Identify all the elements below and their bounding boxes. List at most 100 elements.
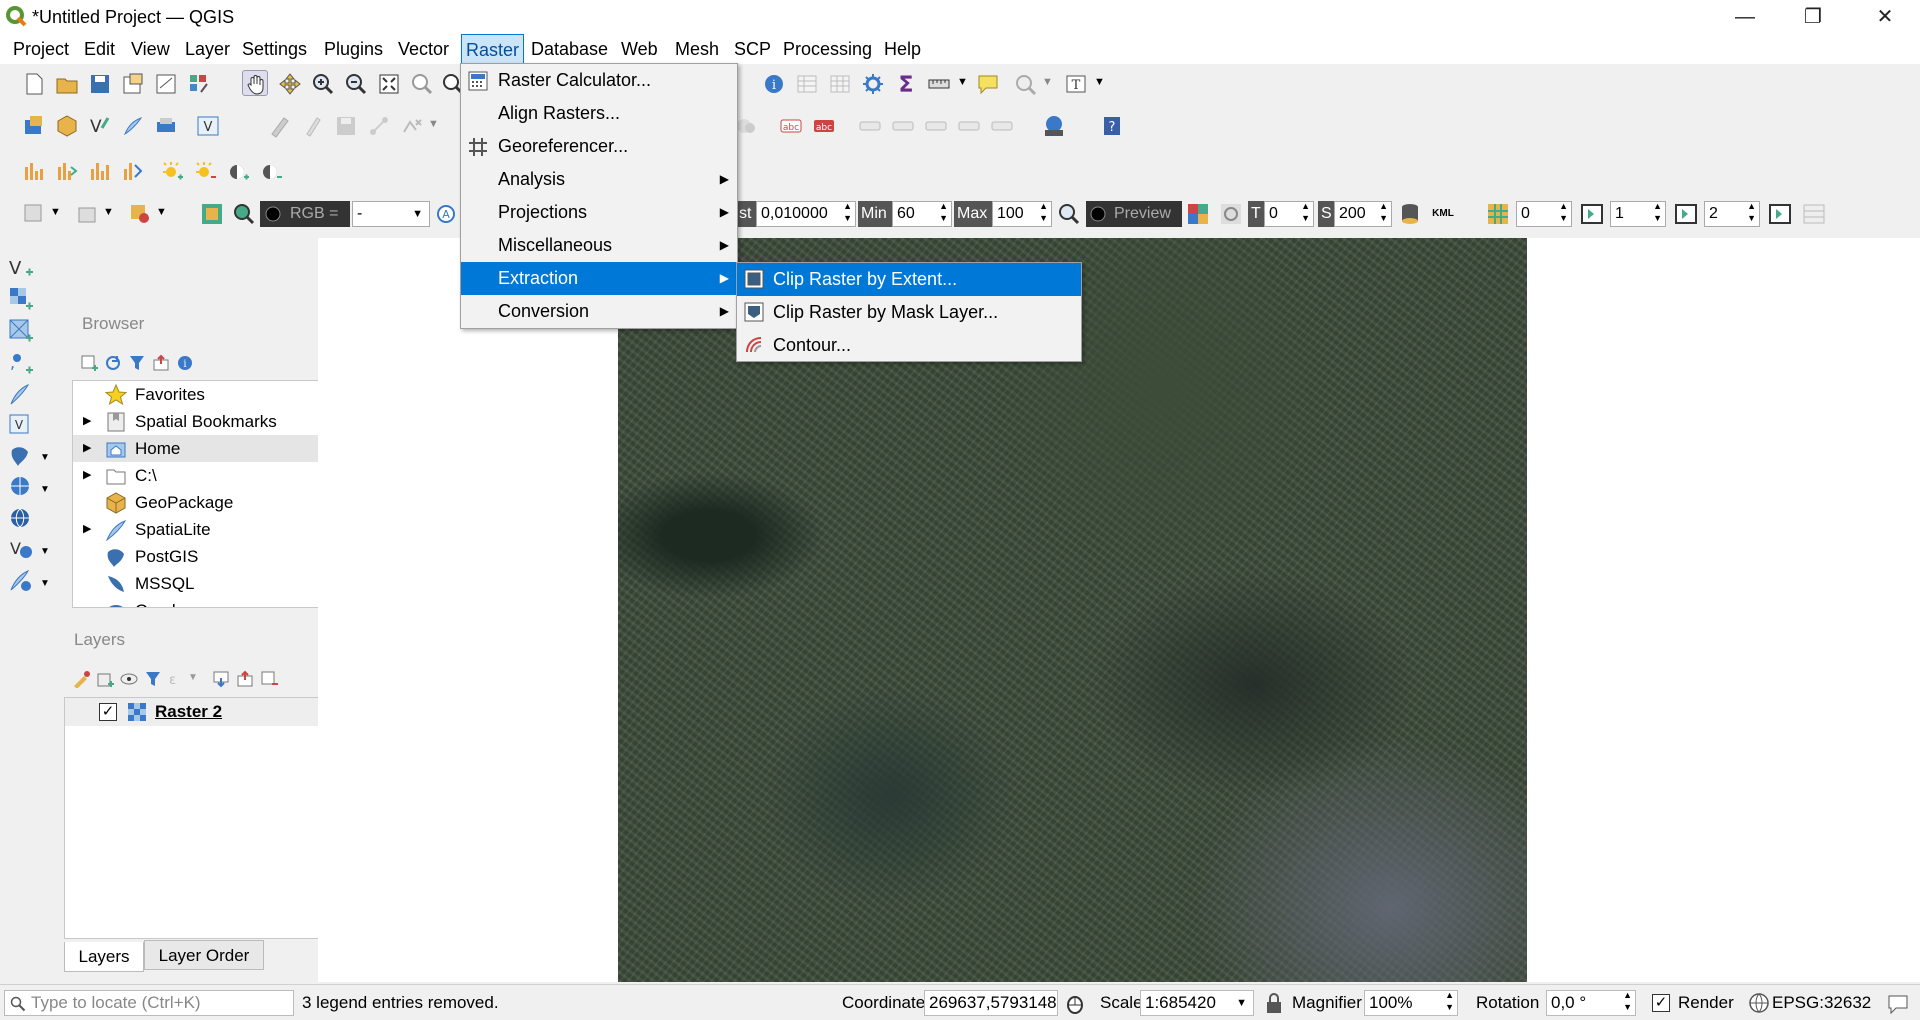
scp-zoom-input-icon[interactable] xyxy=(232,202,256,226)
digitize-icon[interactable] xyxy=(367,114,391,138)
change-label-icon[interactable] xyxy=(990,114,1014,138)
locator-search-input[interactable]: Type to locate (Ctrl+K) xyxy=(4,990,294,1016)
add-postgis-layer-icon[interactable] xyxy=(8,444,34,470)
contrast-up-icon[interactable] xyxy=(226,159,250,183)
show-labels-icon[interactable] xyxy=(891,114,915,138)
measure-dropdown-arrow-icon[interactable]: ▼ xyxy=(957,76,968,88)
add-xyz-layer-icon[interactable] xyxy=(8,568,34,594)
new-shapefile-icon[interactable]: V xyxy=(88,114,112,138)
menu-mesh[interactable]: Mesh xyxy=(671,34,723,64)
menu-raster[interactable]: Raster xyxy=(461,34,525,64)
zoom-out-icon[interactable] xyxy=(344,72,368,96)
new-spatialite-icon[interactable] xyxy=(121,114,145,138)
current-edits-icon[interactable] xyxy=(268,114,292,138)
menu-item-clip-raster-by-extent[interactable]: Clip Raster by Extent... xyxy=(737,263,1081,296)
identify-icon[interactable]: i xyxy=(762,72,786,96)
scale-combobox[interactable]: 1:685420 ▼ xyxy=(1140,990,1254,1016)
scp-band-3-spinbox[interactable]: 2 ▲ ▼ xyxy=(1704,201,1760,227)
add-delimited-text-icon[interactable]: , xyxy=(8,350,34,376)
scp-band-next-2-icon[interactable] xyxy=(1674,202,1698,226)
contrast-down-icon[interactable] xyxy=(259,159,283,183)
menu-item-georeferencer[interactable]: Georeferencer... xyxy=(461,130,737,163)
statistics-sigma-icon[interactable]: Σ xyxy=(894,72,918,96)
menu-settings[interactable]: Settings xyxy=(238,34,311,64)
text-annotation-icon[interactable]: T xyxy=(1064,72,1088,96)
scp-zoom-preview-icon[interactable] xyxy=(1057,202,1081,226)
zoom-in-icon[interactable] xyxy=(311,72,335,96)
attribute-table-icon[interactable] xyxy=(795,72,819,96)
wcs-dropdown-arrow-icon[interactable]: ▼ xyxy=(40,546,50,557)
menu-edit[interactable]: Edit xyxy=(80,34,119,64)
raster-histogram-stretch-icon[interactable] xyxy=(55,159,79,183)
scp-band-2-spinbox[interactable]: 1 ▲ ▼ xyxy=(1610,201,1666,227)
render-checkbox[interactable]: ✓ xyxy=(1652,994,1670,1012)
move-label-icon[interactable] xyxy=(924,114,948,138)
toggle-editing-icon[interactable] xyxy=(301,114,325,138)
zoom-full-icon[interactable] xyxy=(377,72,401,96)
menu-database[interactable]: Database xyxy=(527,34,612,64)
data-source-manager-icon[interactable] xyxy=(22,114,46,138)
vertex-tool-icon[interactable] xyxy=(400,114,424,138)
expand-arrow-icon[interactable]: ▶ xyxy=(83,408,91,435)
new-temporary-layer-icon[interactable] xyxy=(154,114,178,138)
zoom-selection-icon[interactable] xyxy=(410,72,434,96)
new-geopackage-icon[interactable] xyxy=(55,114,79,138)
add-wcs-layer-icon[interactable]: V xyxy=(8,536,34,562)
select-dropdown-arrow-icon[interactable]: ▼ xyxy=(1042,76,1053,88)
crs-globe-icon[interactable] xyxy=(1748,992,1770,1014)
add-wms-layer-icon[interactable] xyxy=(8,474,34,500)
virtual-layer-icon[interactable]: V xyxy=(196,114,220,138)
label-highlight-icon[interactable]: abc xyxy=(812,114,836,138)
postgis-dropdown-arrow-icon[interactable]: ▼ xyxy=(40,452,50,463)
manage-map-themes-icon[interactable] xyxy=(120,670,138,688)
scp-band-1-spinbox[interactable]: 0 ▲ ▼ xyxy=(1516,201,1572,227)
scp-dock-dropdown-arrow-icon[interactable]: ▼ xyxy=(50,206,61,218)
menu-item-contour[interactable]: Contour... xyxy=(737,329,1081,362)
scp-database-icon[interactable] xyxy=(1398,202,1422,226)
menu-layer[interactable]: Layer xyxy=(181,34,234,64)
coordinate-field[interactable]: 269637,5793148 xyxy=(924,990,1058,1016)
remove-layer-icon[interactable] xyxy=(260,670,278,688)
menu-item-analysis[interactable]: Analysis ▶ xyxy=(461,163,737,196)
scp-rgb-refresh-icon[interactable]: A xyxy=(434,202,458,226)
scp-rgb-combobox[interactable]: - ▼ xyxy=(352,201,430,227)
menu-processing[interactable]: Processing xyxy=(779,34,876,64)
scp-remove-icon[interactable] xyxy=(128,202,152,226)
menu-item-raster-calculator[interactable]: Raster Calculator... xyxy=(461,64,737,97)
scp-band-set-icon[interactable] xyxy=(76,202,100,226)
menu-item-projections[interactable]: Projections ▶ xyxy=(461,196,737,229)
scp-dock-icon[interactable] xyxy=(22,202,46,226)
measure-icon[interactable] xyxy=(927,72,951,96)
scp-s-spinbox[interactable]: 200 ▲ ▼ xyxy=(1334,201,1392,227)
print-layout-icon[interactable] xyxy=(121,72,145,96)
field-calculator-icon[interactable] xyxy=(828,72,852,96)
layer-styling-icon[interactable] xyxy=(72,670,90,688)
expand-arrow-icon[interactable]: ▶ xyxy=(83,435,91,462)
filter-browser-icon[interactable] xyxy=(128,354,146,372)
filter-by-expression-icon[interactable]: ε xyxy=(168,670,186,688)
restore-button[interactable]: ❐ xyxy=(1784,0,1842,34)
menu-item-align-rasters[interactable]: Align Rasters... xyxy=(461,97,737,130)
menu-web[interactable]: Web xyxy=(617,34,662,64)
xyz-dropdown-arrow-icon[interactable]: ▼ xyxy=(40,578,50,589)
scp-st-spinbox[interactable]: 0,010000 ▲ ▼ xyxy=(756,201,856,227)
scp-band-set-dropdown-arrow-icon[interactable]: ▼ xyxy=(103,206,114,218)
raster-cumulative-icon[interactable] xyxy=(121,159,145,183)
scp-band-next-3-icon[interactable] xyxy=(1768,202,1792,226)
pan-tool-button[interactable] xyxy=(242,70,268,96)
save-project-icon[interactable] xyxy=(88,72,112,96)
add-mesh-layer-icon[interactable] xyxy=(8,318,34,344)
annotation-dropdown-arrow-icon[interactable]: ▼ xyxy=(1094,76,1105,88)
expression-dropdown-arrow-icon[interactable]: ▼ xyxy=(188,672,198,683)
select-features-icon[interactable] xyxy=(1013,72,1037,96)
scp-classification-preview-icon[interactable] xyxy=(1186,202,1210,226)
menu-project[interactable]: Project xyxy=(9,34,73,64)
menu-item-conversion[interactable]: Conversion ▶ xyxy=(461,295,737,328)
add-wfs-layer-icon[interactable] xyxy=(8,506,34,532)
lock-scale-icon[interactable] xyxy=(1264,992,1284,1014)
scp-rgb-radio-icon[interactable] xyxy=(264,205,282,223)
processing-toolbox-icon[interactable] xyxy=(861,72,885,96)
scp-kml-button[interactable]: KML xyxy=(1430,203,1456,225)
map-tips-icon[interactable] xyxy=(976,72,1000,96)
pan-to-selection-icon[interactable] xyxy=(278,72,302,96)
